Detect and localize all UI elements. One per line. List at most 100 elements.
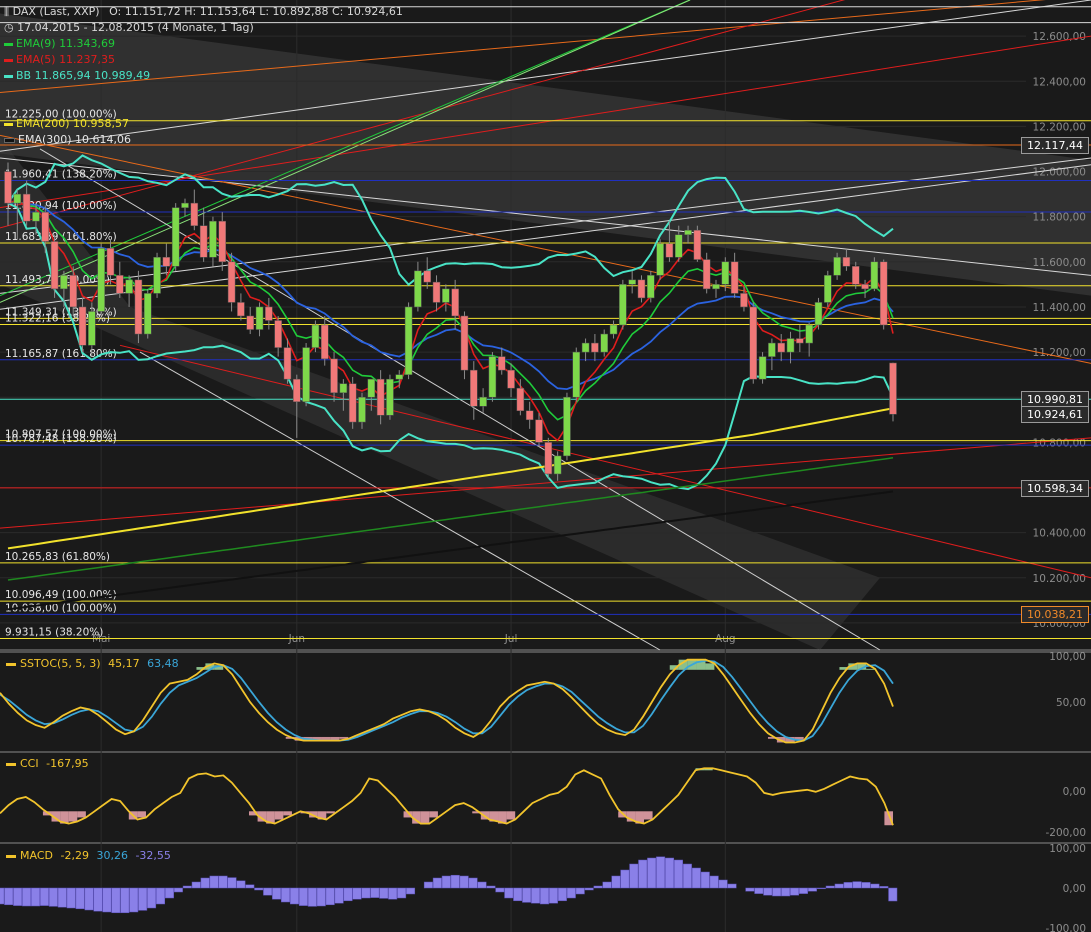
fib-level-label: 11.683,39 (161.80%) (5, 231, 117, 243)
candle-body (60, 275, 68, 290)
candle-body (842, 257, 851, 267)
ema5-swatch (4, 58, 13, 62)
macd-bar (307, 887, 317, 907)
macd-bar (75, 887, 85, 910)
candle-body (227, 261, 236, 303)
candle-body (134, 279, 143, 335)
macd-bar (173, 887, 183, 893)
macd-bar (647, 857, 657, 889)
macd-bar (495, 887, 505, 893)
macd-bar (343, 887, 353, 902)
macd-bar (22, 887, 32, 907)
y-tick-label: 12.200,00 (1033, 121, 1086, 133)
legend-ema5[interactable]: EMA(5) 11.237,35 (4, 52, 403, 68)
macd-bar (423, 881, 433, 889)
candle-body (702, 259, 711, 290)
macd-bar (147, 887, 157, 909)
legend-ema9[interactable]: EMA(9) 11.343,69 (4, 36, 403, 52)
macd-bar (388, 887, 398, 900)
macd-bar (289, 887, 299, 905)
bb-swatch (4, 74, 13, 78)
macd-bar (754, 887, 764, 894)
macd-bar (129, 887, 139, 913)
cci-oversold-fill (420, 811, 430, 824)
macd-bar (665, 857, 675, 889)
candle-body (516, 387, 525, 412)
candle-body (386, 378, 394, 416)
price-badge: 10.924,61 (1021, 406, 1089, 424)
y-tick-label: 11.400,00 (1033, 302, 1086, 314)
candle-body (41, 211, 50, 242)
macd-bar (870, 883, 880, 889)
macd-bar (593, 885, 603, 889)
macd-bar (584, 887, 594, 891)
macd-bar (540, 887, 549, 905)
candle-body (320, 324, 329, 360)
candle-body (497, 356, 506, 371)
macd-bar (548, 887, 558, 904)
macd-bar (629, 863, 639, 889)
candle-body (153, 257, 161, 294)
macd-bar (432, 877, 442, 889)
macd-legend: MACD -2,29 30,26 -32,55 (6, 849, 171, 862)
candle-body (22, 193, 31, 222)
candle-body (581, 342, 590, 353)
legend-ema300[interactable]: EMA(300) 10.614,06 (4, 132, 403, 148)
candle-body (367, 378, 376, 398)
candle-body (162, 257, 171, 267)
macd-bar (825, 885, 835, 889)
macd-bar (31, 887, 40, 907)
macd-swatch (6, 854, 16, 858)
macd-bar (638, 859, 648, 889)
macd-bar (834, 883, 844, 889)
macd-bar (816, 887, 826, 890)
macd-bar (361, 887, 371, 899)
legend-spacer (4, 84, 403, 100)
macd-bar (807, 887, 817, 892)
macd-bar (406, 887, 416, 895)
macd-bar (531, 887, 541, 904)
candle-body (283, 347, 292, 380)
macd-bar (602, 881, 612, 889)
candle-body (870, 261, 879, 290)
y-tick-label: 12.400,00 (1033, 76, 1086, 88)
candle-body (479, 396, 487, 407)
legend-ema200[interactable]: EMA(200) 10.958,57 (4, 116, 403, 132)
sstoc-y-tick: 100,00 (1049, 651, 1086, 663)
macd-bar (120, 887, 130, 914)
cci-oversold-fill (137, 811, 146, 818)
fib-level-label: 9.931,15 (38.20%) (5, 626, 103, 638)
macd-bar (709, 875, 719, 889)
macd-bar (459, 875, 469, 889)
candle-body (339, 383, 348, 393)
macd-bar (852, 881, 862, 889)
x-tick-label: Jul (504, 633, 518, 645)
macd-bar (138, 887, 148, 911)
candle-body (712, 284, 720, 290)
price-badge: 10.038,21 (1021, 606, 1089, 624)
candle-body (656, 243, 664, 276)
candle-body (50, 241, 59, 290)
candle-body (4, 171, 12, 204)
macd-y-tick: 100,00 (1049, 843, 1086, 855)
legend-symbol: ⫼ DAX (Last, XXP) O: 11.151,72 H: 11.153… (4, 5, 403, 18)
candle-body (265, 306, 273, 321)
price-badge: 12.117,44 (1021, 137, 1089, 155)
candle-body (414, 270, 422, 308)
cci-oversold-fill (326, 811, 335, 814)
legend-bb[interactable]: BB 11.865,94 10.989,49 (4, 68, 403, 84)
ema200-swatch (4, 122, 13, 126)
macd-bar (316, 887, 326, 907)
macd-bar (272, 887, 282, 900)
candle-body (600, 333, 608, 353)
candle-body (106, 248, 115, 276)
candle-body (572, 351, 581, 398)
macd-bar (370, 887, 380, 898)
macd-bar (656, 856, 666, 889)
candle-body (758, 356, 767, 380)
macd-bar (745, 887, 755, 892)
macd-bar (236, 880, 246, 889)
macd-bar (334, 887, 344, 904)
macd-bar (200, 877, 210, 889)
macd-bar (57, 887, 67, 908)
